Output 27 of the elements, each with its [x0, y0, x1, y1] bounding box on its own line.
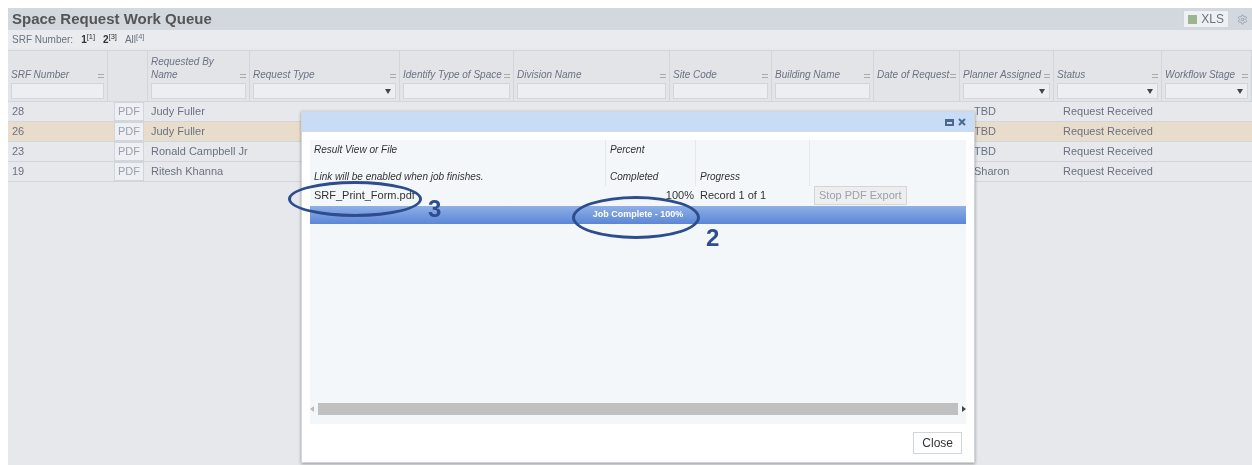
table-cell-text: Ritesh Khanna — [150, 164, 225, 180]
annotation-number: 2 — [706, 226, 720, 250]
table-cell-text: 28 — [11, 104, 26, 120]
table-cell-text: TBD — [973, 124, 997, 140]
table-cell-text: 23 — [11, 144, 26, 160]
table-cell-text: Request Received — [1062, 124, 1154, 140]
table-cell-text: Judy Fuller — [150, 124, 206, 140]
table-cell-text: TBD — [973, 144, 997, 160]
table-cell-text: TBD — [973, 104, 997, 120]
dialog-column-header: Progress — [700, 170, 741, 184]
dialog-column-header: Completed — [610, 170, 660, 184]
table-cell-text: Request Received — [1062, 104, 1154, 120]
table-cell-text: 26 — [11, 124, 26, 140]
table-cell-text: Judy Fuller — [150, 104, 206, 120]
dialog-column-header: Result View or File — [314, 143, 399, 157]
filter-label: SRF Number: — [12, 32, 74, 47]
table-cell-text: 19 — [11, 164, 26, 180]
dialog-column-header: Percent — [610, 143, 646, 157]
progress-text: Record 1 of 1 — [699, 188, 768, 203]
dialog-column-header: Link will be enabled when job finishes. — [314, 170, 485, 184]
progress-label: Job Complete - 100% — [592, 208, 684, 222]
percent-completed: 100% — [664, 188, 695, 203]
table-cell-text: Request Received — [1062, 144, 1154, 160]
page-title: Space Request Work Queue — [12, 8, 212, 29]
table-cell-text: Ronald Campbell Jr — [150, 144, 249, 160]
table-cell-text: Request Received — [1062, 164, 1154, 180]
table-cell-text: Sharon — [973, 164, 1011, 180]
